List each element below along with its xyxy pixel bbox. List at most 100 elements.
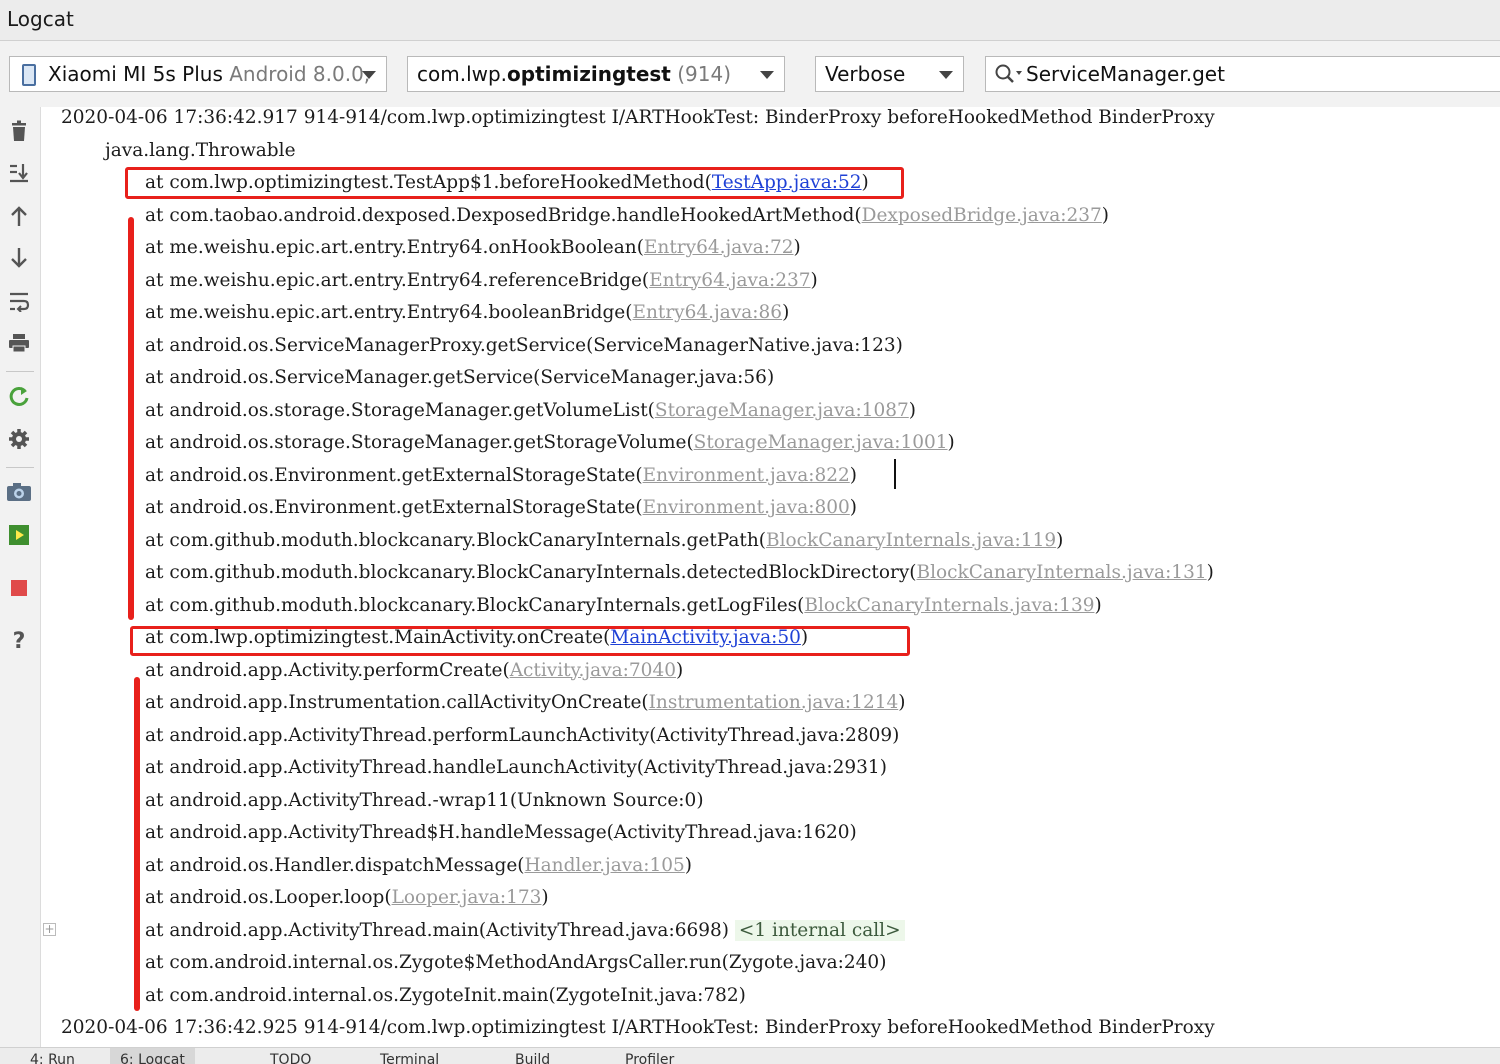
tool-tab[interactable]: 6: Logcat bbox=[110, 1048, 195, 1064]
log-line-text: at me.weishu.epic.art.entry.Entry64.refe… bbox=[145, 269, 650, 291]
source-link[interactable]: Activity.java:7040 bbox=[510, 660, 676, 681]
search-field[interactable]: ServiceManager.get bbox=[985, 56, 1500, 92]
tool-tab[interactable]: Profiler bbox=[625, 1052, 674, 1064]
highlight-box-mainactivity bbox=[130, 626, 910, 656]
print-icon[interactable] bbox=[5, 329, 33, 357]
process-selector[interactable]: com.lwp.optimizingtest (914) bbox=[407, 56, 785, 92]
source-link[interactable]: BlockCanaryInternals.java:139 bbox=[804, 595, 1094, 616]
source-link[interactable]: Environment.java:822 bbox=[643, 465, 850, 486]
log-line-text: at android.os.Looper.loop( bbox=[145, 887, 392, 908]
log-line-text: at android.os.Environment.getExternalSto… bbox=[145, 497, 643, 518]
log-line-suffix: ) bbox=[1206, 562, 1214, 583]
log-line: at android.os.Handler.dispatchMessage(Ha… bbox=[145, 850, 692, 882]
trash-icon[interactable] bbox=[5, 117, 33, 145]
tool-tab[interactable]: Terminal bbox=[380, 1052, 439, 1064]
log-line-suffix: ) bbox=[947, 432, 955, 453]
tool-tab[interactable]: TODO bbox=[270, 1052, 311, 1064]
restart-icon[interactable] bbox=[5, 382, 33, 410]
tool-tab[interactable]: 4: Run bbox=[30, 1052, 75, 1064]
log-line-suffix: ) bbox=[908, 399, 916, 421]
source-link[interactable]: DexposedBridge.java:237 bbox=[862, 205, 1102, 226]
source-link[interactable]: Looper.java:173 bbox=[392, 887, 542, 908]
log-line: at android.os.storage.StorageManager.get… bbox=[145, 427, 955, 459]
log-line: at android.app.Activity.performCreate(Ac… bbox=[145, 655, 683, 687]
log-line-suffix: ) bbox=[541, 887, 549, 908]
log-line: at me.weishu.epic.art.entry.Entry64.bool… bbox=[145, 297, 789, 329]
logcat-toolbar: Xiaomi MI 5s Plus Android 8.0.0, com.lwp… bbox=[0, 41, 1500, 107]
up-arrow-icon[interactable] bbox=[5, 202, 33, 230]
logcat-output[interactable]: 2020-04-06 17:36:42.917 914-914/com.lwp.… bbox=[41, 107, 1500, 1047]
log-line-text: at android.os.storage.StorageManager.get… bbox=[145, 432, 694, 453]
logcat-sidebar: ? bbox=[0, 107, 41, 1047]
log-line: at android.os.Looper.loop(Looper.java:17… bbox=[145, 882, 549, 914]
log-line: at android.os.ServiceManagerProxy.getSer… bbox=[145, 330, 903, 362]
log-level-selector[interactable]: Verbose bbox=[815, 56, 964, 92]
log-line: java.lang.Throwable bbox=[105, 135, 296, 167]
source-link[interactable]: StorageManager.java:1087 bbox=[655, 400, 909, 421]
log-line-suffix: ) bbox=[1101, 204, 1109, 226]
log-line: at android.app.ActivityThread.performLau… bbox=[145, 720, 899, 752]
device-name: Xiaomi MI 5s Plus bbox=[48, 62, 223, 86]
log-line: at android.os.Environment.getExternalSto… bbox=[145, 460, 857, 492]
log-line-text: at me.weishu.epic.art.entry.Entry64.onHo… bbox=[145, 237, 644, 258]
chevron-down-icon bbox=[362, 71, 376, 79]
log-line-suffix: ) bbox=[1056, 529, 1064, 551]
tool-window-bar: 4: Run 6: Logcat TODO Terminal Build Profiler bbox=[0, 1047, 1500, 1064]
source-link[interactable]: Entry64.java:72 bbox=[644, 237, 794, 258]
log-line-text: at com.android.internal.os.Zygote$Method… bbox=[145, 952, 887, 973]
log-line-suffix: ) bbox=[849, 464, 857, 486]
log-line-text: at com.github.moduth.blockcanary.BlockCa… bbox=[145, 562, 917, 583]
log-line: at com.github.moduth.blockcanary.BlockCa… bbox=[145, 590, 1102, 622]
source-link[interactable]: Entry64.java:86 bbox=[632, 302, 782, 323]
source-link[interactable]: Handler.java:105 bbox=[525, 855, 685, 876]
soft-wrap-icon[interactable] bbox=[5, 287, 33, 315]
source-link[interactable]: BlockCanaryInternals.java:131 bbox=[917, 562, 1207, 583]
log-line-suffix: ) bbox=[782, 302, 790, 323]
log-level-value: Verbose bbox=[825, 62, 906, 86]
source-link[interactable]: Instrumentation.java:1214 bbox=[649, 692, 899, 713]
log-line: at com.taobao.android.dexposed.DexposedB… bbox=[145, 200, 1109, 232]
log-line: at com.github.moduth.blockcanary.BlockCa… bbox=[145, 557, 1214, 589]
log-line-suffix: ) bbox=[676, 659, 684, 681]
screen-record-icon[interactable] bbox=[5, 521, 33, 549]
log-line-text: at android.app.ActivityThread$H.handleMe… bbox=[145, 822, 857, 843]
device-version: Android 8.0.0, bbox=[229, 62, 371, 86]
window-titlebar: Logcat bbox=[0, 0, 1500, 41]
log-line: at com.android.internal.os.Zygote$Method… bbox=[145, 947, 886, 979]
source-link[interactable]: StorageManager.java:1001 bbox=[694, 432, 948, 453]
help-icon[interactable]: ? bbox=[5, 627, 33, 655]
log-line-text: at me.weishu.epic.art.entry.Entry64.bool… bbox=[145, 302, 633, 323]
screenshot-icon[interactable] bbox=[5, 478, 33, 506]
source-link[interactable]: Environment.java:800 bbox=[643, 497, 850, 518]
log-line: at android.app.ActivityThread$H.handleMe… bbox=[145, 817, 857, 849]
expand-fold-icon[interactable]: + bbox=[43, 923, 56, 936]
log-line: at android.app.ActivityThread.-wrap11(Un… bbox=[145, 785, 704, 817]
process-package-prefix: com.lwp. bbox=[417, 62, 508, 86]
log-line-text: at com.github.moduth.blockcanary.BlockCa… bbox=[145, 529, 766, 551]
log-line-text: at android.os.ServiceManager.getService(… bbox=[145, 367, 775, 388]
log-line-suffix: ) bbox=[810, 269, 818, 291]
tool-tab[interactable]: Build bbox=[515, 1052, 550, 1064]
highlight-box-testapp bbox=[125, 167, 904, 199]
log-line-text: at android.os.storage.StorageManager.get… bbox=[145, 399, 655, 421]
log-line-suffix: ) bbox=[849, 497, 857, 518]
log-line-text: at android.app.ActivityThread.handleLaun… bbox=[145, 757, 887, 778]
settings-icon[interactable] bbox=[5, 425, 33, 453]
process-pid: (914) bbox=[677, 62, 731, 86]
down-arrow-icon[interactable] bbox=[5, 244, 33, 272]
log-line: at com.github.moduth.blockcanary.BlockCa… bbox=[145, 525, 1063, 557]
search-icon bbox=[994, 63, 1024, 91]
log-line: at android.os.Environment.getExternalSto… bbox=[145, 492, 857, 524]
source-link[interactable]: Entry64.java:237 bbox=[649, 270, 810, 291]
log-line-text: at android.app.ActivityThread.main(Activ… bbox=[145, 919, 735, 941]
device-selector[interactable]: Xiaomi MI 5s Plus Android 8.0.0, bbox=[9, 56, 387, 92]
source-link[interactable]: BlockCanaryInternals.java:119 bbox=[766, 530, 1056, 551]
search-input[interactable]: ServiceManager.get bbox=[1026, 57, 1225, 91]
internal-call-fold[interactable]: <1 internal call> bbox=[734, 919, 905, 941]
log-line-text: at android.app.Instrumentation.callActiv… bbox=[145, 692, 649, 713]
log-line: at android.os.ServiceManager.getService(… bbox=[145, 362, 774, 394]
scroll-to-end-icon[interactable] bbox=[5, 159, 33, 187]
log-line-text: at com.taobao.android.dexposed.DexposedB… bbox=[145, 204, 862, 226]
stop-icon[interactable] bbox=[5, 574, 33, 602]
log-line-suffix: ) bbox=[1094, 594, 1102, 616]
